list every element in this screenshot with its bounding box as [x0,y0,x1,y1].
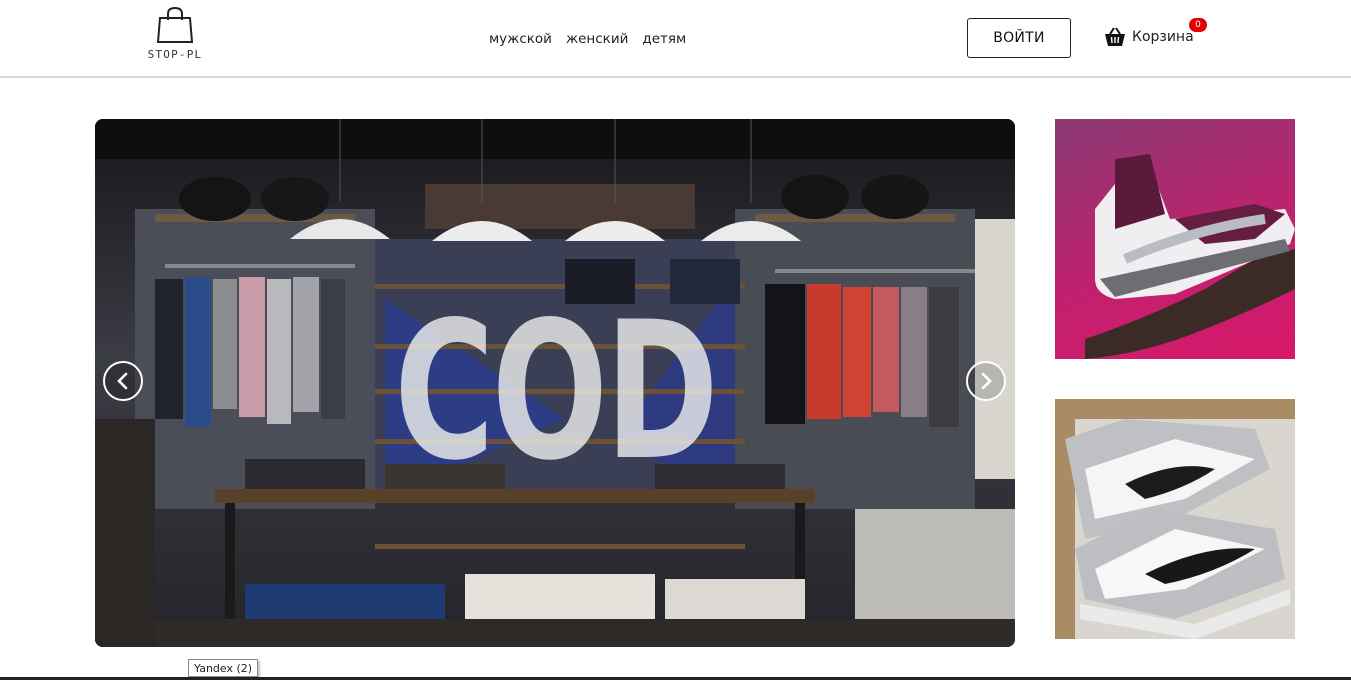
slider-prev-button[interactable] [103,361,143,401]
nav-item-men[interactable]: мужской [489,31,552,47]
nav-item-kids[interactable]: детям [642,31,686,47]
store-interior-image [95,119,1015,647]
nav-item-women[interactable]: женский [566,31,628,47]
cart-link[interactable]: Корзина [1104,27,1194,47]
product-tile-sneaker-burgundy[interactable] [1055,119,1295,359]
slider-next-button[interactable] [966,361,1006,401]
sneaker-burgundy-image [1085,154,1295,359]
brand-name: STOP-PL [147,48,203,61]
hero-slider[interactable]: COD [95,119,1015,647]
basket-icon [1105,27,1125,46]
shopping-bag-icon [157,6,193,43]
chevron-left-icon [117,372,128,390]
brand-logo[interactable]: STOP-PL [140,6,210,66]
category-nav: мужской женский детям [489,31,686,47]
taskbar-tooltip: Yandex (2) [188,659,259,677]
sneaker-grey-image [1055,399,1295,639]
site-header: STOP-PL мужской женский детям ВОЙТИ Корз… [0,0,1351,78]
product-tile-sneaker-grey[interactable] [1055,399,1295,639]
cart-label: Корзина [1132,29,1194,45]
login-button[interactable]: ВОЙТИ [967,18,1071,58]
chevron-right-icon [981,372,992,390]
cart-count-badge: 0 [1189,18,1207,32]
